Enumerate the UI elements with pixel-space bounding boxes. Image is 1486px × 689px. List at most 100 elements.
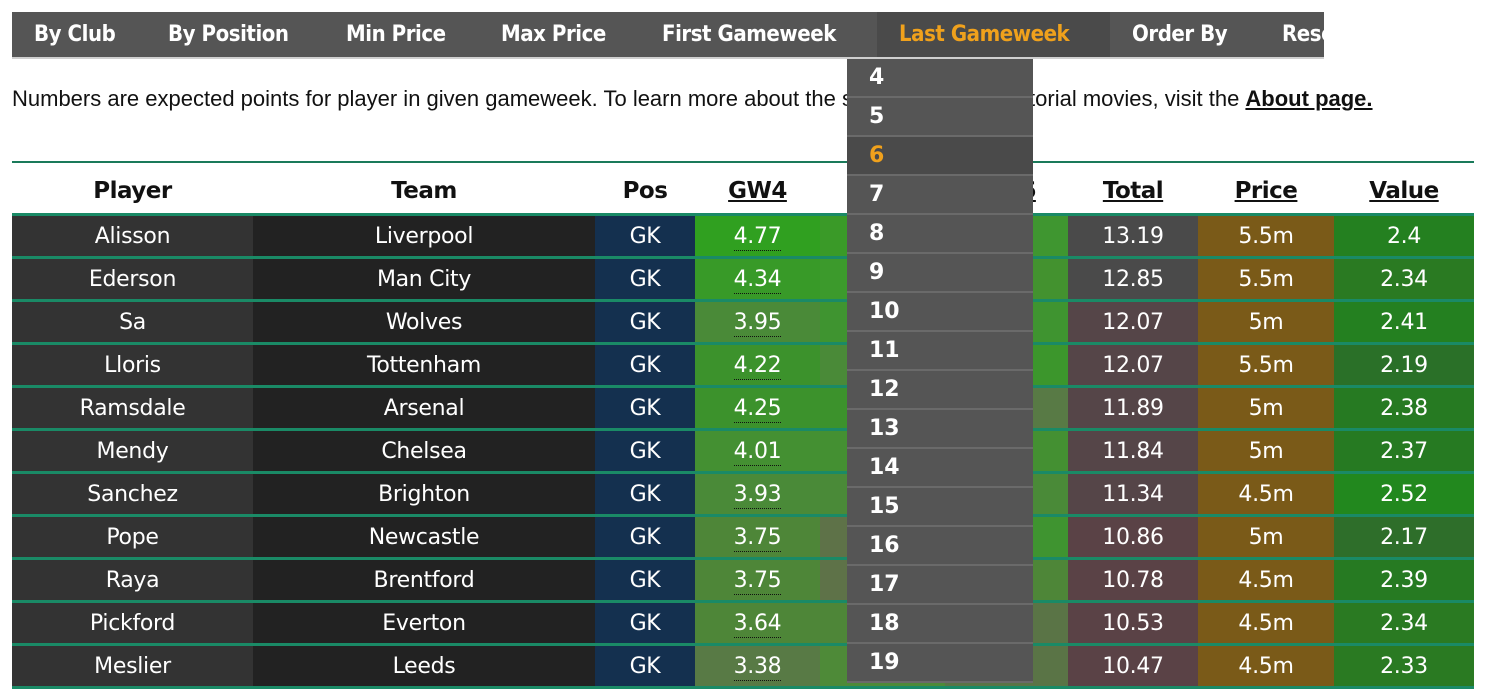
price-cell-value: 5.5m: [1238, 266, 1294, 292]
header-total-label[interactable]: Total: [1103, 178, 1164, 204]
dropdown-option-gw-18[interactable]: 18: [847, 605, 1033, 644]
header-value-label[interactable]: Value: [1369, 178, 1439, 204]
dropdown-option-gw-10[interactable]: 10: [847, 293, 1033, 332]
price-cell: 5m: [1198, 515, 1334, 560]
team-cell: Tottenham: [253, 343, 595, 388]
gw4-cell: 4.25: [695, 386, 820, 431]
value-cell: 2.38: [1334, 386, 1474, 431]
nav-max-price[interactable]: Max Price: [479, 12, 640, 57]
player-table: Player Team Pos GW4 GW5 GW6 Total Price …: [12, 168, 1474, 689]
total-cell: 13.19: [1068, 214, 1198, 259]
dropdown-option-gw-17[interactable]: 17: [847, 566, 1033, 605]
about-page-link[interactable]: About page.: [1245, 86, 1372, 111]
header-player-label: Player: [93, 177, 172, 204]
nav-reset[interactable]: Reset: [1260, 12, 1372, 57]
table-row: Sa Wolves GK 3.95 12.07 5m 2.41: [12, 300, 1474, 345]
value-cell-value: 2.38: [1380, 395, 1428, 421]
team-cell-value: Man City: [376, 266, 472, 292]
team-cell: Liverpool: [253, 214, 595, 259]
dropdown-option-gw-7[interactable]: 7: [847, 176, 1033, 215]
player-cell-value: Sa: [119, 309, 146, 335]
total-cell: 10.86: [1068, 515, 1198, 560]
position-cell: GK: [595, 644, 695, 689]
gw4-cell-value: 4.34: [733, 266, 782, 294]
value-cell-value: 2.17: [1380, 524, 1428, 550]
header-price-label[interactable]: Price: [1235, 178, 1298, 204]
dropdown-option-gw-16[interactable]: 16: [847, 527, 1033, 566]
value-cell: 2.39: [1334, 558, 1474, 603]
value-cell-value: 2.37: [1380, 438, 1428, 464]
header-value[interactable]: Value: [1334, 168, 1474, 216]
total-cell-value: 12.07: [1102, 352, 1164, 378]
value-cell-value: 2.33: [1380, 653, 1428, 679]
header-total[interactable]: Total: [1068, 168, 1198, 216]
player-cell: Sa: [12, 300, 253, 345]
position-cell: GK: [595, 257, 695, 302]
gw4-cell: 3.95: [695, 300, 820, 345]
position-cell: GK: [595, 429, 695, 474]
price-cell: 4.5m: [1198, 558, 1334, 603]
nav-last-gameweek[interactable]: Last Gameweek: [876, 12, 1111, 57]
position-cell-value: GK: [629, 567, 661, 593]
dropdown-option-gw-6[interactable]: 6: [847, 137, 1033, 176]
dropdown-option-gw-14[interactable]: 14: [847, 449, 1033, 488]
nav-order-by[interactable]: Order By: [1110, 12, 1260, 57]
team-cell-value: Everton: [382, 610, 466, 636]
table-row: Raya Brentford GK 3.75 10.78 4.5m 2.39: [12, 558, 1474, 603]
value-cell-value: 2.34: [1380, 610, 1428, 636]
dropdown-option-gw-4[interactable]: 4: [847, 59, 1033, 98]
team-cell: Brentford: [253, 558, 595, 603]
header-team-label: Team: [391, 177, 457, 204]
gw4-cell: 4.01: [695, 429, 820, 474]
dropdown-option-gw-8[interactable]: 8: [847, 215, 1033, 254]
price-cell-value: 5m: [1248, 524, 1284, 550]
team-cell-value: Newcastle: [368, 524, 480, 550]
nav-min-price[interactable]: Min Price: [324, 12, 479, 57]
dropdown-option-gw-5[interactable]: 5: [847, 98, 1033, 137]
price-cell-value: 4.5m: [1238, 610, 1294, 636]
team-cell-value: Brighton: [378, 481, 470, 507]
nav-max-price-label: Max Price: [501, 22, 607, 47]
position-cell-value: GK: [629, 653, 661, 679]
dropdown-option-gw-15[interactable]: 15: [847, 488, 1033, 527]
position-cell: GK: [595, 214, 695, 259]
team-cell: Wolves: [253, 300, 595, 345]
dropdown-option-gw-11[interactable]: 11: [847, 332, 1033, 371]
dropdown-option-gw-19[interactable]: 19: [847, 644, 1033, 683]
team-cell: Everton: [253, 601, 595, 646]
team-cell-value: Brentford: [373, 567, 475, 593]
header-pos: Pos: [595, 168, 695, 216]
gw4-cell-value: 3.38: [733, 653, 782, 681]
gw4-cell: 4.22: [695, 343, 820, 388]
header-price[interactable]: Price: [1198, 168, 1334, 216]
gw4-cell: 4.77: [695, 214, 820, 259]
team-cell-value: Tottenham: [366, 352, 482, 378]
total-cell: 11.84: [1068, 429, 1198, 474]
position-cell: GK: [595, 386, 695, 431]
total-cell-value: 13.19: [1102, 223, 1164, 249]
total-cell: 10.78: [1068, 558, 1198, 603]
total-cell: 11.34: [1068, 472, 1198, 517]
gw4-cell: 3.75: [695, 558, 820, 603]
total-cell-value: 11.89: [1102, 395, 1164, 421]
nav-first-gameweek[interactable]: First Gameweek: [640, 12, 877, 57]
value-cell: 2.34: [1334, 257, 1474, 302]
value-cell: 2.52: [1334, 472, 1474, 517]
player-cell: Pickford: [12, 601, 253, 646]
dropdown-option-gw-9[interactable]: 9: [847, 254, 1033, 293]
gw4-cell-value: 3.64: [733, 610, 782, 638]
position-cell-value: GK: [629, 223, 661, 249]
dropdown-option-gw-12[interactable]: 12: [847, 371, 1033, 410]
table-body: Alisson Liverpool GK 4.77 13.19 5.5m 2.4 Ederso…: [12, 214, 1474, 689]
nav-by-position[interactable]: By Position: [146, 12, 324, 57]
total-cell-value: 10.86: [1102, 524, 1164, 550]
nav-by-club[interactable]: By Club: [12, 12, 146, 57]
header-gw4-label[interactable]: GW4: [728, 178, 787, 204]
position-cell-value: GK: [629, 438, 661, 464]
dropdown-option-gw-13[interactable]: 13: [847, 410, 1033, 449]
nav-by-club-label: By Club: [34, 22, 116, 47]
header-gw4[interactable]: GW4: [695, 168, 820, 216]
player-cell: Ramsdale: [12, 386, 253, 431]
table-row: Ramsdale Arsenal GK 4.25 11.89 5m 2.38: [12, 386, 1474, 431]
value-cell-value: 2.34: [1380, 266, 1428, 292]
